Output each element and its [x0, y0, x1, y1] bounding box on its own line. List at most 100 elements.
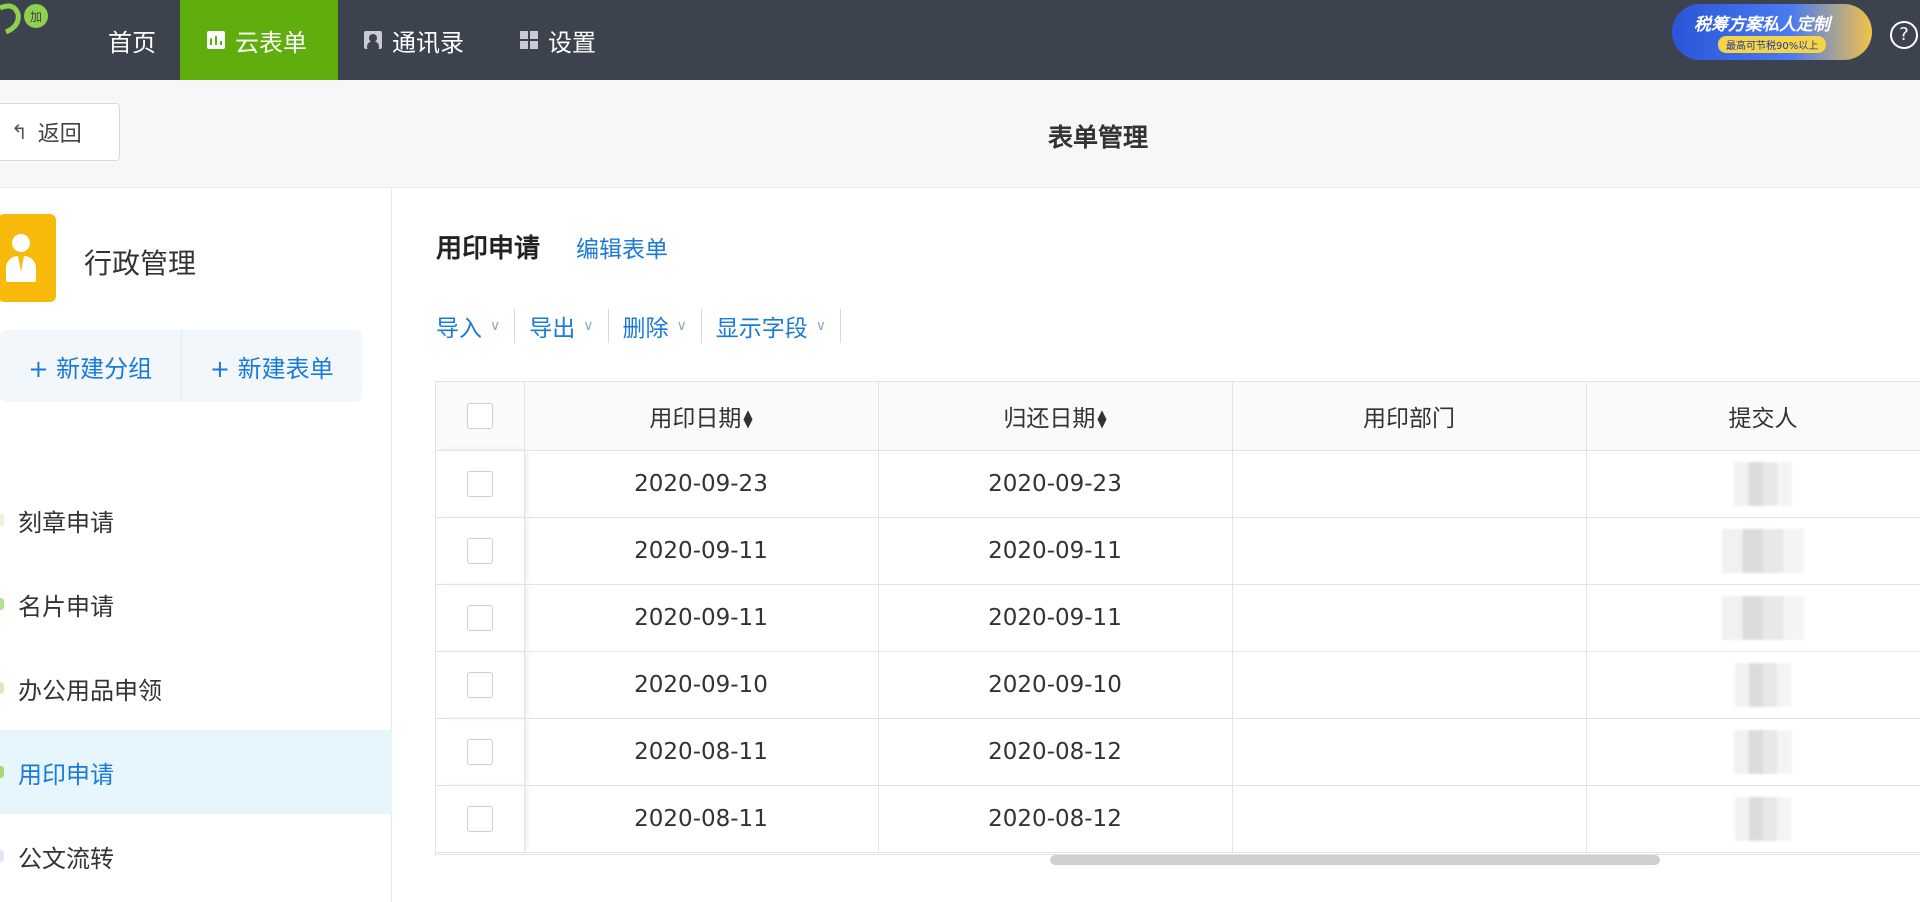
cell-submitter — [1586, 584, 1920, 652]
new-group-button[interactable]: + 新建分组 — [0, 330, 181, 402]
table-toolbar: 导入 ∨ 导出 ∨ 删除 ∨ 显示字段 ∨ — [436, 309, 855, 343]
chart-icon — [207, 31, 225, 49]
table-row[interactable]: 2020-08-11 2020-08-12 — [436, 785, 1920, 853]
horizontal-scrollbar[interactable] — [1050, 855, 1660, 865]
sidebar-item-label: 用印申请 — [18, 760, 114, 789]
header-return-date[interactable]: 归还日期 ▲ ▼ — [878, 382, 1233, 451]
row-checkbox[interactable] — [466, 805, 493, 832]
nav-contacts-label: 通讯录 — [392, 28, 464, 57]
cell-seal-date: 2020-09-23 — [524, 450, 879, 518]
new-actions-bar: + 新建分组 + 新建表单 — [0, 330, 362, 402]
cell-department — [1232, 450, 1587, 518]
nav-contacts[interactable]: 通讯录 — [364, 0, 464, 80]
redacted-name — [1722, 528, 1804, 573]
select-all-checkbox[interactable] — [466, 403, 493, 429]
contact-icon — [364, 31, 382, 49]
cell-return-date: 2020-09-23 — [878, 450, 1233, 518]
help-icon[interactable]: ? — [1890, 21, 1918, 49]
header-submitter: 提交人 — [1586, 382, 1920, 451]
cell-submitter — [1586, 517, 1920, 585]
row-select-cell — [436, 450, 525, 518]
cell-return-date: 2020-08-12 — [878, 718, 1233, 786]
cell-submitter — [1586, 450, 1920, 518]
form-title: 用印申请 — [436, 234, 541, 264]
item-dot-icon — [0, 766, 4, 778]
header-label: 提交人 — [1728, 405, 1798, 432]
row-checkbox[interactable] — [466, 470, 493, 497]
select-all-cell — [436, 382, 525, 451]
cell-return-date: 2020-09-11 — [878, 584, 1233, 652]
promo-line1: 税筹方案私人定制 — [1694, 15, 1830, 35]
sort-icon[interactable]: ▲ ▼ — [1097, 408, 1106, 429]
import-label: 导入 — [436, 316, 482, 342]
nav-cloud-form-label: 云表单 — [235, 28, 307, 57]
item-dot-icon — [0, 514, 4, 526]
redacted-name — [1722, 595, 1804, 640]
sidebar: 行政管理 + 新建分组 + 新建表单 刻章申请 名片申请 办公用品申领 用印申请… — [0, 188, 392, 902]
row-checkbox[interactable] — [466, 604, 493, 631]
cell-seal-date: 2020-09-10 — [524, 651, 879, 719]
cell-submitter — [1586, 785, 1920, 853]
cell-submitter — [1586, 651, 1920, 719]
sidebar-item-seal-carving[interactable]: 刻章申请 — [0, 478, 392, 562]
nav-settings[interactable]: 设置 — [520, 0, 596, 80]
import-dropdown[interactable]: 导入 ∨ — [436, 309, 516, 343]
promo-banner[interactable]: 税筹方案私人定制 最高可节税90%以上 — [1672, 4, 1872, 60]
chevron-down-icon: ∨ — [815, 318, 826, 334]
cell-department — [1232, 718, 1587, 786]
nav-settings-label: 设置 — [548, 28, 596, 57]
sidebar-item-business-card[interactable]: 名片申请 — [0, 562, 392, 646]
table-row[interactable]: 2020-08-11 2020-08-12 — [436, 718, 1920, 786]
cell-return-date: 2020-08-12 — [878, 785, 1233, 853]
form-menu: 刻章申请 名片申请 办公用品申领 用印申请 公文流转 — [0, 478, 392, 898]
cell-department — [1232, 517, 1587, 585]
nav-cloud-form[interactable]: 云表单 — [180, 0, 338, 80]
edit-form-link[interactable]: 编辑表单 — [576, 230, 668, 264]
row-select-cell — [436, 785, 525, 853]
cell-seal-date: 2020-08-11 — [524, 785, 879, 853]
cell-department — [1232, 651, 1587, 719]
cell-return-date: 2020-09-10 — [878, 651, 1233, 719]
cell-seal-date: 2020-09-11 — [524, 584, 879, 652]
table-row[interactable]: 2020-09-23 2020-09-23 — [436, 450, 1920, 518]
table-row[interactable]: 2020-09-11 2020-09-11 — [436, 517, 1920, 585]
nav-home-label: 首页 — [108, 28, 156, 57]
redacted-name — [1734, 461, 1792, 506]
sort-icon[interactable]: ▲ ▼ — [743, 408, 752, 429]
redacted-name — [1735, 662, 1791, 707]
row-select-cell — [436, 651, 525, 719]
cell-department — [1232, 584, 1587, 652]
sidebar-item-seal-use[interactable]: 用印申请 — [0, 730, 392, 814]
sidebar-item-document-flow[interactable]: 公文流转 — [0, 814, 392, 898]
cell-seal-date: 2020-08-11 — [524, 718, 879, 786]
header-label: 用印日期 — [649, 405, 742, 432]
row-checkbox[interactable] — [466, 738, 493, 765]
header-label: 用印部门 — [1363, 405, 1455, 432]
table-row[interactable]: 2020-09-10 2020-09-10 — [436, 651, 1920, 719]
cell-department — [1232, 785, 1587, 853]
new-form-button[interactable]: + 新建表单 — [180, 330, 363, 402]
header-department: 用印部门 — [1232, 382, 1587, 451]
display-fields-dropdown[interactable]: 显示字段 ∨ — [716, 309, 841, 343]
group-name: 行政管理 — [84, 247, 197, 280]
item-dot-icon — [0, 850, 4, 862]
export-label: 导出 — [529, 316, 576, 342]
sidebar-item-office-supplies[interactable]: 办公用品申领 — [0, 646, 392, 730]
redacted-name — [1734, 729, 1792, 774]
group-avatar-icon — [0, 214, 56, 302]
delete-dropdown[interactable]: 删除 ∨ — [623, 309, 702, 343]
table-row[interactable]: 2020-09-11 2020-09-11 — [436, 584, 1920, 652]
nav-home[interactable]: 首页 — [108, 0, 160, 80]
sub-header: ↰ 返回 表单管理 — [0, 80, 1920, 188]
export-dropdown[interactable]: 导出 ∨ — [529, 309, 609, 343]
cell-return-date: 2020-09-11 — [878, 517, 1233, 585]
logo-text: 加 — [30, 10, 42, 24]
row-checkbox[interactable] — [466, 671, 493, 698]
header-seal-date[interactable]: 用印日期 ▲ ▼ — [524, 382, 879, 451]
row-select-cell — [436, 718, 525, 786]
cell-seal-date: 2020-09-11 — [524, 517, 879, 585]
data-table: 用印日期 ▲ ▼ 归还日期 ▲ ▼ 用印部门 提交人 2020-09-23 2020-0… — [435, 381, 1920, 855]
row-checkbox[interactable] — [466, 537, 493, 564]
row-select-cell — [436, 517, 525, 585]
app-logo[interactable]: 加 — [0, 0, 48, 42]
